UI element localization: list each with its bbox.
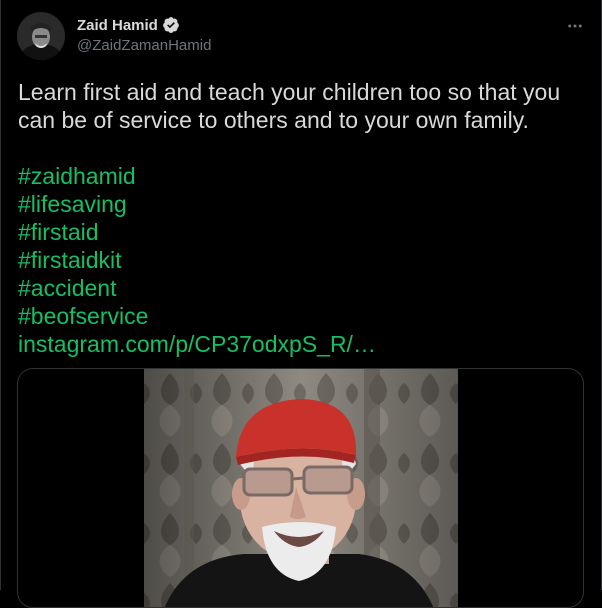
video-media-card[interactable] — [17, 368, 584, 608]
hashtag-link[interactable]: #firstaidkit — [18, 246, 588, 274]
more-options-icon[interactable] — [563, 14, 587, 38]
hashtag-link[interactable]: #beofservice — [18, 302, 588, 330]
tweet-links: #zaidhamid #lifesaving #firstaid #firsta… — [18, 162, 588, 358]
tweet-card[interactable]: Zaid Hamid @ZaidZamanHamid Learn first a… — [0, 0, 602, 608]
hashtag-link[interactable]: #zaidhamid — [18, 162, 588, 190]
instagram-link[interactable]: instagram.com/p/CP37odxpS_R/… — [18, 330, 588, 358]
author-name-row[interactable]: Zaid Hamid — [77, 16, 180, 34]
verified-badge-icon — [162, 16, 180, 34]
author-display-name[interactable]: Zaid Hamid — [77, 17, 158, 34]
hashtag-link[interactable]: #lifesaving — [18, 190, 588, 218]
author-handle[interactable]: @ZaidZamanHamid — [77, 37, 211, 54]
video-thumbnail-icon — [144, 369, 458, 607]
author-avatar[interactable] — [17, 12, 65, 60]
hashtag-link[interactable]: #accident — [18, 274, 588, 302]
hashtag-link[interactable]: #firstaid — [18, 218, 588, 246]
tweet-body-text: Learn first aid and teach your children … — [18, 79, 561, 133]
avatar-photo-icon — [17, 12, 65, 60]
video-thumbnail[interactable] — [144, 369, 458, 607]
